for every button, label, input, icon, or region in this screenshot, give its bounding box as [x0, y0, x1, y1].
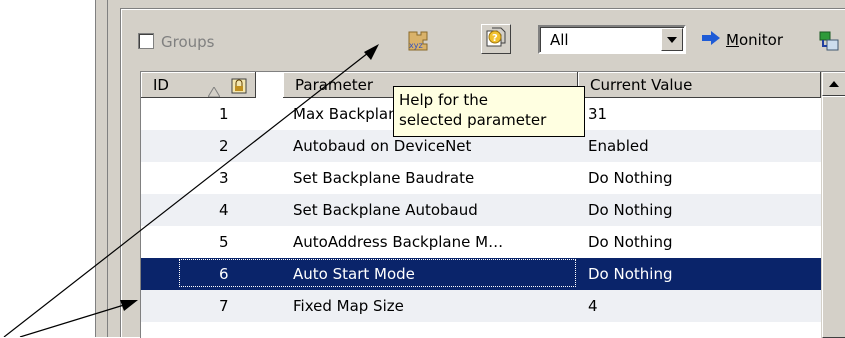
- device-upload-icon[interactable]: [816, 28, 842, 54]
- svg-text:?: ?: [492, 33, 498, 44]
- help-question-icon: ?: [484, 25, 508, 53]
- row-id: 5: [219, 233, 229, 251]
- tooltip-line-1: Help for the: [399, 91, 488, 109]
- tooltip-line-2: selected parameter: [399, 111, 547, 129]
- xyz-icon[interactable]: xyz: [405, 28, 431, 54]
- table-row[interactable]: 4 Set Backplane Autobaud Do Nothing: [141, 194, 845, 226]
- lock-icon: [231, 76, 247, 97]
- row-value: Enabled: [588, 137, 649, 155]
- row-parameter: Set Backplane Autobaud: [293, 201, 478, 219]
- table-row[interactable]: 5 AutoAddress Backplane M… Do Nothing: [141, 226, 845, 258]
- row-value: 4: [588, 297, 598, 315]
- arrow-right-icon: [702, 31, 720, 49]
- row-value: Do Nothing: [588, 265, 673, 283]
- row-id: 3: [219, 169, 229, 187]
- row-value: Do Nothing: [588, 201, 673, 219]
- sort-ascending-icon: [207, 79, 221, 97]
- filter-value: All: [550, 31, 569, 49]
- groups-checkbox[interactable]: [138, 33, 154, 49]
- groups-label: Groups: [161, 33, 215, 51]
- chevron-down-icon[interactable]: [661, 28, 683, 51]
- row-id: 6: [219, 265, 229, 283]
- row-value: Do Nothing: [588, 233, 673, 251]
- table-row[interactable]: 7 Fixed Map Size 4: [141, 290, 845, 322]
- filter-dropdown[interactable]: All: [538, 25, 686, 54]
- svg-text:xyz: xyz: [409, 41, 423, 50]
- row-value: 31: [588, 105, 608, 123]
- row-id: 2: [219, 137, 229, 155]
- row-parameter: Fixed Map Size: [293, 297, 404, 315]
- scroll-up-icon[interactable]: [822, 72, 845, 96]
- column-header-id[interactable]: ID: [141, 72, 256, 98]
- row-value: Do Nothing: [588, 169, 673, 187]
- scroll-thumb[interactable]: [822, 96, 845, 338]
- table-row[interactable]: 3 Set Backplane Baudrate Do Nothing: [141, 162, 845, 194]
- help-tooltip: Help for the selected parameter: [393, 86, 585, 137]
- left-panel-edge: [95, 0, 108, 337]
- table-row-selected[interactable]: 6 Auto Start Mode Do Nothing: [141, 258, 845, 290]
- monitor-button[interactable]: Monitor: [702, 31, 783, 49]
- monitor-label-rest: onitor: [738, 31, 784, 49]
- row-parameter: Set Backplane Baudrate: [293, 169, 475, 187]
- monitor-mnemonic: M: [726, 31, 739, 49]
- row-parameter: AutoAddress Backplane M…: [293, 233, 504, 251]
- row-id: 4: [219, 201, 229, 219]
- column-header-current-value[interactable]: Current Value: [578, 72, 821, 98]
- row-id: 7: [219, 297, 229, 315]
- help-button[interactable]: ?: [481, 24, 511, 54]
- row-id: 1: [219, 105, 229, 123]
- vertical-scrollbar[interactable]: [821, 72, 845, 338]
- row-parameter: Auto Start Mode: [293, 265, 415, 283]
